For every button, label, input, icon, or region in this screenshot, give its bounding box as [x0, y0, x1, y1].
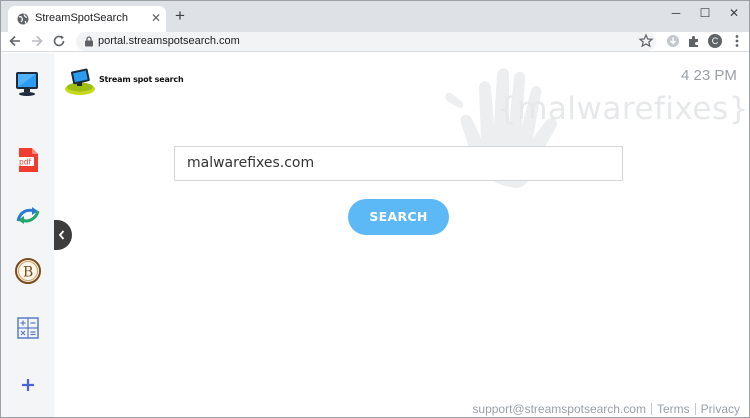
browser-toolbar: portal.streamspotsearch.com C	[1, 32, 749, 52]
support-email-link[interactable]: support@streamspotsearch.com	[472, 402, 646, 416]
footer-divider	[650, 403, 652, 415]
tab-title: StreamSpotSearch	[35, 12, 128, 24]
svg-text:pdf: pdf	[19, 158, 32, 167]
more-menu-icon[interactable]	[731, 33, 743, 49]
chevron-left-icon	[58, 230, 65, 240]
terms-link[interactable]: Terms	[657, 402, 690, 416]
sidebar-collapse-handle[interactable]	[54, 220, 72, 250]
logo-text[interactable]: Stream spot search	[99, 75, 184, 84]
page-content: {malwarefixes} pdf B Stream spot search …	[1, 53, 749, 417]
forward-arrow-icon[interactable]	[29, 33, 45, 49]
search-button[interactable]: SEARCH	[348, 199, 449, 235]
url-text: portal.streamspotsearch.com	[98, 35, 240, 47]
footer: support@streamspotsearch.com Terms Privacy	[472, 402, 740, 416]
address-bar[interactable]: portal.streamspotsearch.com	[76, 32, 656, 51]
extensions-puzzle-icon[interactable]	[686, 33, 702, 49]
converter-arrows-icon[interactable]	[14, 201, 42, 229]
privacy-link[interactable]: Privacy	[701, 402, 740, 416]
bookmark-star-icon[interactable]	[638, 33, 654, 49]
lock-icon[interactable]	[84, 36, 94, 47]
watermark-text: {malwarefixes}	[497, 91, 749, 127]
minimize-icon[interactable]: ─	[662, 4, 690, 22]
maximize-icon[interactable]: ☐	[691, 4, 719, 22]
tv-monitor-icon[interactable]	[14, 69, 42, 97]
footer-divider	[694, 403, 696, 415]
pdf-icon[interactable]: pdf	[14, 146, 42, 174]
sidebar: pdf B	[1, 53, 54, 417]
reload-icon[interactable]	[51, 33, 67, 49]
close-window-icon[interactable]: ✕	[720, 4, 748, 22]
bitcoin-icon[interactable]: B	[14, 257, 42, 285]
plus-icon[interactable]	[14, 371, 42, 399]
back-arrow-icon[interactable]	[7, 33, 23, 49]
search-input[interactable]: malwarefixes.com	[174, 146, 623, 181]
tab-streamspotsearch[interactable]: StreamSpotSearch ✕	[8, 6, 166, 32]
new-tab-icon[interactable]: +	[172, 7, 188, 24]
globe-icon	[17, 13, 29, 25]
clock: 4 23 PM	[681, 67, 737, 84]
calculator-icon[interactable]	[14, 314, 42, 342]
svg-text:B: B	[23, 265, 33, 281]
tab-strip: StreamSpotSearch ✕ + ─ ☐ ✕	[1, 1, 749, 32]
close-tab-icon[interactable]: ✕	[149, 11, 163, 25]
profile-avatar[interactable]: C	[708, 34, 722, 48]
extension-download-icon[interactable]	[665, 33, 681, 49]
